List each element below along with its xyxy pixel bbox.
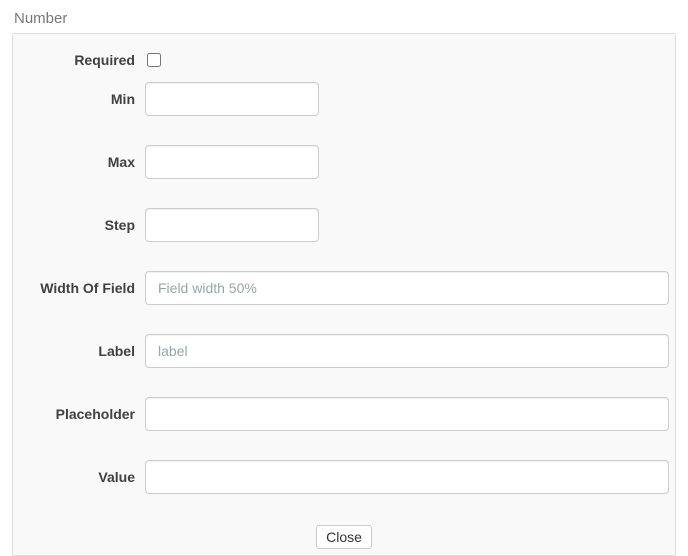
panel-footer: Close bbox=[17, 523, 671, 549]
control-placeholder bbox=[145, 397, 671, 431]
control-required bbox=[145, 50, 164, 70]
label-input[interactable] bbox=[145, 334, 669, 368]
label-value: Value bbox=[17, 469, 145, 485]
control-max bbox=[145, 145, 319, 179]
row-step: Step bbox=[17, 208, 671, 242]
control-width bbox=[145, 271, 671, 305]
row-min: Min bbox=[17, 82, 671, 116]
label-step: Step bbox=[17, 217, 145, 233]
label-width: Width Of Field bbox=[17, 280, 145, 296]
max-input[interactable] bbox=[145, 145, 319, 179]
control-step bbox=[145, 208, 319, 242]
label-min: Min bbox=[17, 91, 145, 107]
required-checkbox[interactable] bbox=[147, 53, 161, 67]
min-input[interactable] bbox=[145, 82, 319, 116]
control-label bbox=[145, 334, 671, 368]
form-panel: Required Min Max Step Width Of Field bbox=[12, 33, 676, 556]
label-max: Max bbox=[17, 154, 145, 170]
step-input[interactable] bbox=[145, 208, 319, 242]
row-width: Width Of Field bbox=[17, 271, 671, 305]
row-value: Value bbox=[17, 460, 671, 494]
row-max: Max bbox=[17, 145, 671, 179]
placeholder-input[interactable] bbox=[145, 397, 669, 431]
close-button[interactable]: Close bbox=[316, 525, 372, 549]
row-label: Label bbox=[17, 334, 671, 368]
value-input[interactable] bbox=[145, 460, 669, 494]
label-placeholder: Placeholder bbox=[17, 406, 145, 422]
form-editor-panel: Number Required Min Max Step bbox=[0, 0, 688, 516]
row-required: Required bbox=[17, 50, 671, 70]
section-title: Number bbox=[14, 10, 676, 27]
label-label: Label bbox=[17, 343, 145, 359]
width-input[interactable] bbox=[145, 271, 669, 305]
row-placeholder: Placeholder bbox=[17, 397, 671, 431]
control-min bbox=[145, 82, 319, 116]
control-value bbox=[145, 460, 671, 494]
label-required: Required bbox=[17, 52, 145, 68]
